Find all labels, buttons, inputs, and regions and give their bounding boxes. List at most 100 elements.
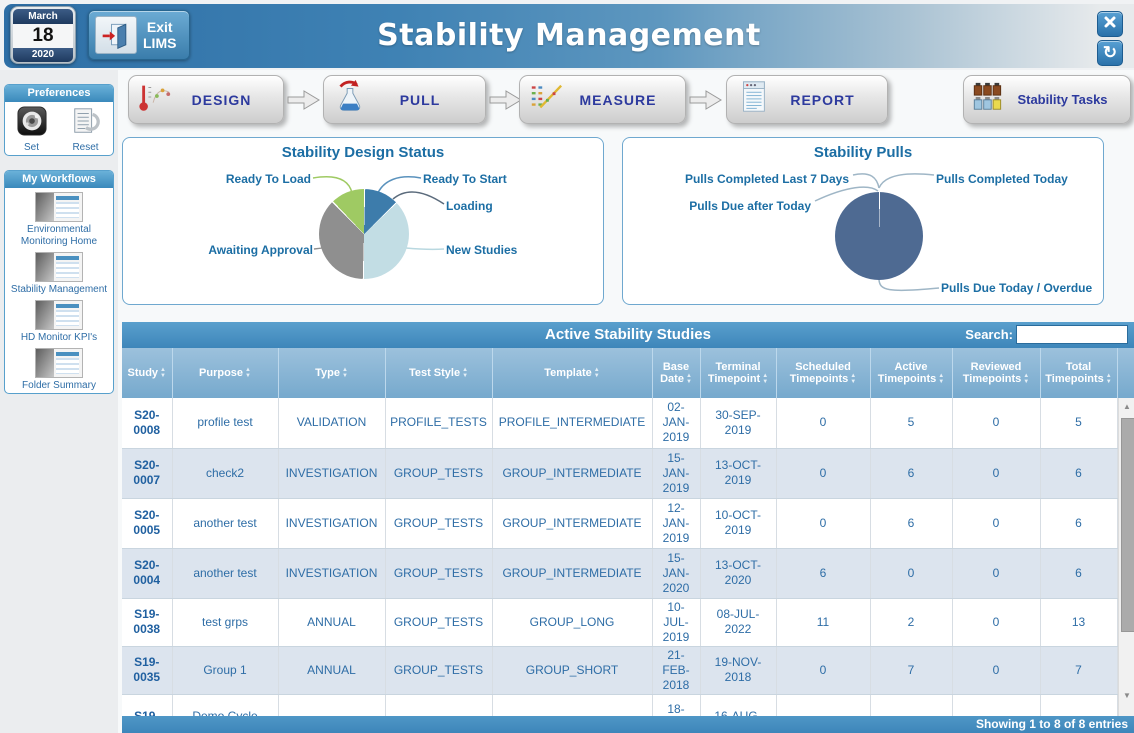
close-icon — [1103, 15, 1117, 34]
workflow-item-folder-summary[interactable]: Folder Summary — [5, 348, 113, 392]
study-id-link[interactable]: S20-0008 — [122, 398, 172, 448]
preferences-header: Preferences — [5, 85, 113, 102]
sort-icon — [938, 373, 944, 385]
pie-label-pulls-completed-last-7-days: Pulls Completed Last 7 Days — [685, 172, 849, 186]
table-row[interactable]: S20-0008 profile test VALIDATION PROFILE… — [122, 398, 1117, 448]
calendar-month: March — [13, 9, 73, 24]
pull-flask-icon — [331, 79, 369, 120]
column-header-purpose[interactable]: Purpose — [172, 348, 278, 398]
column-header-reviewed-timepoints[interactable]: Reviewed Timepoints — [952, 348, 1040, 398]
refresh-button[interactable]: ↻ — [1097, 40, 1123, 66]
measure-chart-icon — [527, 79, 565, 120]
report-document-icon — [734, 79, 772, 120]
header-filler — [1118, 348, 1134, 398]
column-header-active-timepoints[interactable]: Active Timepoints — [870, 348, 952, 398]
design-status-pie-chart — [319, 189, 409, 279]
scroll-down-icon[interactable] — [1119, 688, 1134, 703]
stability-pulls-panel: Stability Pulls Pulls Completed Last 7 D… — [622, 137, 1104, 305]
table-row[interactable]: S20-0004 another test INVESTIGATION GROU… — [122, 548, 1117, 598]
calendar-day: 18 — [13, 24, 73, 48]
workflow-thumbnail-icon — [35, 192, 83, 222]
table-row[interactable]: S20-0007 check2 INVESTIGATION GROUP_TEST… — [122, 448, 1117, 498]
table-row[interactable]: S19-0035 Group 1 ANNUAL GROUP_TESTS GROU… — [122, 646, 1117, 694]
sample-bottles-icon — [971, 82, 1003, 117]
column-header-study[interactable]: Study — [122, 348, 172, 398]
design-thermometer-icon — [136, 79, 174, 120]
column-header-template[interactable]: Template — [492, 348, 652, 398]
pie-label-pulls-completed-today: Pulls Completed Today — [936, 172, 1068, 186]
column-header-type[interactable]: Type — [278, 348, 385, 398]
sort-icon — [594, 367, 600, 379]
workflow-item-hd-monitor-kpis[interactable]: HD Monitor KPI's — [5, 300, 113, 344]
flow-arrow-icon — [689, 89, 723, 111]
sort-icon — [1023, 373, 1029, 385]
study-id-link[interactable]: S20-0005 — [122, 498, 172, 548]
sort-icon — [850, 373, 856, 385]
pull-step-button[interactable]: PULL — [323, 75, 486, 124]
workflow-thumbnail-icon — [35, 252, 83, 282]
table-entries-status: Showing 1 to 8 of 8 entries — [122, 716, 1134, 733]
calendar-widget[interactable]: March 18 2020 — [10, 6, 76, 64]
study-id-link[interactable]: S20-0004 — [122, 548, 172, 598]
study-id-link[interactable]: S19-0035 — [122, 646, 172, 694]
workflow-item-stability-management[interactable]: Stability Management — [5, 252, 113, 296]
measure-step-button[interactable]: MEASURE — [519, 75, 686, 124]
scroll-up-icon[interactable] — [1119, 399, 1134, 414]
report-step-button[interactable]: REPORT — [726, 75, 888, 124]
workflow-item-environmental-monitoring-home[interactable]: Environmental Monitoring Home — [5, 192, 113, 248]
flow-arrow-icon — [287, 89, 321, 111]
table-row[interactable]: S19-0028 Demo Cycle Testing short ANNUAL… — [122, 694, 1117, 718]
exit-lims-label: Exit LIMS — [143, 19, 176, 51]
preferences-panel: Preferences Set — [4, 84, 114, 156]
my-workflows-header: My Workflows — [5, 171, 113, 188]
table-row[interactable]: S19-0038 test grps ANNUAL GROUP_TESTS GR… — [122, 598, 1117, 646]
study-id-link[interactable]: S19-0038 — [122, 598, 172, 646]
stability-pulls-pie-chart — [835, 192, 923, 280]
sort-icon — [1106, 373, 1112, 385]
chart-title: Stability Pulls — [623, 144, 1103, 161]
sort-icon — [462, 367, 468, 379]
exit-door-icon — [95, 16, 137, 54]
scrollbar-thumb[interactable] — [1121, 418, 1134, 632]
pie-label-ready-to-load: Ready To Load — [226, 172, 311, 186]
column-header-base-date[interactable]: Base Date — [652, 348, 700, 398]
pie-label-awaiting-approval: Awaiting Approval — [208, 243, 313, 257]
chart-title: Stability Design Status — [123, 144, 603, 161]
pie-label-pulls-due-after-today: Pulls Due after Today — [689, 199, 811, 213]
column-header-terminal-timepoint[interactable]: Terminal Timepoint — [700, 348, 776, 398]
reset-document-icon — [70, 106, 102, 141]
calendar-year: 2020 — [13, 48, 73, 62]
pie-label-new-studies: New Studies — [446, 243, 517, 257]
sort-icon — [762, 373, 768, 385]
my-workflows-panel: My Workflows Environmental Monitoring Ho… — [4, 170, 114, 394]
pie-label-loading: Loading — [446, 199, 493, 213]
gear-icon — [17, 106, 47, 141]
search-label: Search: — [965, 327, 1013, 342]
stability-tasks-label: Stability Tasks — [1003, 92, 1122, 107]
table-row[interactable]: S20-0005 another test INVESTIGATION GROU… — [122, 498, 1117, 548]
workflow-thumbnail-icon — [35, 300, 83, 330]
preferences-set-button[interactable]: Set — [17, 106, 47, 153]
pie-label-ready-to-start: Ready To Start — [423, 172, 507, 186]
column-header-total-timepoints[interactable]: Total Timepoints — [1040, 348, 1117, 398]
studies-titlebar: Active Stability Studies Search: — [122, 322, 1134, 348]
column-header-scheduled-timepoints[interactable]: Scheduled Timepoints — [776, 348, 870, 398]
stability-management-window: Stability Management March 18 2020 Exit … — [0, 0, 1134, 733]
search-input[interactable] — [1016, 325, 1128, 344]
exit-lims-button[interactable]: Exit LIMS — [88, 10, 190, 60]
study-id-link[interactable]: S20-0007 — [122, 448, 172, 498]
flow-arrow-icon — [489, 89, 523, 111]
preferences-reset-button[interactable]: Reset — [70, 106, 102, 153]
stability-tasks-button[interactable]: Stability Tasks — [963, 75, 1131, 124]
close-button[interactable] — [1097, 11, 1123, 37]
sort-icon — [686, 373, 692, 385]
pie-label-pulls-due-today-overdue: Pulls Due Today / Overdue — [941, 281, 1092, 295]
design-step-button[interactable]: DESIGN — [128, 75, 284, 124]
studies-table: S20-0008 profile test VALIDATION PROFILE… — [122, 398, 1118, 718]
studies-header-row: Study Purpose Type Test Style Template B… — [122, 348, 1134, 398]
set-label: Set — [24, 142, 39, 153]
table-scrollbar[interactable] — [1118, 398, 1134, 718]
column-header-test-style[interactable]: Test Style — [385, 348, 492, 398]
study-id-link[interactable]: S19-0028 — [122, 694, 172, 718]
sort-icon — [342, 367, 348, 379]
